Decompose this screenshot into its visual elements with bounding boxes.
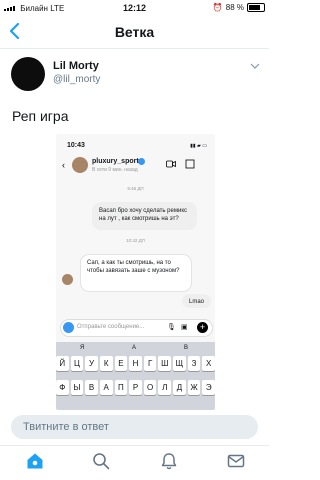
- chat-avatar: [72, 157, 88, 173]
- key: Р: [129, 380, 142, 395]
- tab-bar-divider: [0, 445, 269, 446]
- sender-avatar: [62, 274, 73, 285]
- user-handle[interactable]: @lil_morty: [53, 74, 100, 85]
- chat-username: pluxury_sport: [92, 158, 139, 165]
- chat-timestamp-2: 10:42 ДП: [126, 238, 145, 243]
- suggestion-1: Я: [80, 345, 85, 351]
- key: Г: [143, 356, 157, 371]
- home-icon[interactable]: [26, 452, 44, 470]
- info-icon: [185, 159, 195, 169]
- reply-placeholder: Твитните в ответ: [23, 421, 109, 433]
- page-title: Ветка: [114, 24, 155, 40]
- composer-placeholder: Отправьте сообщение...: [77, 324, 145, 330]
- chevron-down-icon[interactable]: [250, 62, 260, 70]
- key: Х: [202, 356, 215, 371]
- messages-envelope-icon[interactable]: [227, 452, 245, 470]
- suggestion-2: А: [132, 345, 137, 351]
- key: К: [99, 356, 113, 371]
- status-bar: Билайн LTE 12:12 ⏰ 88 %: [0, 0, 269, 16]
- battery-percent: 88 %: [225, 3, 244, 12]
- key: Ы: [70, 380, 84, 395]
- embedded-status-icons: ▮▮ ▰ ▭: [190, 143, 207, 149]
- suggestion-3: В: [184, 345, 189, 351]
- key: Е: [114, 356, 128, 371]
- keyboard-row-1: Й Ц У К Е Н Г Ш Щ З Х: [56, 356, 215, 371]
- key: Ц: [70, 356, 84, 371]
- display-name[interactable]: Lil Morty: [53, 60, 99, 72]
- chat-header: ‹ pluxury_sport В сети 9 мин. назад: [56, 154, 215, 180]
- verified-badge-icon: [138, 158, 145, 165]
- key: В: [85, 380, 98, 395]
- received-message-1: Сап, а как ты смотришь, на то чтобы завя…: [80, 254, 192, 292]
- chat-back-icon: ‹: [62, 160, 65, 170]
- key: П: [114, 380, 128, 395]
- keyboard-row-2: Ф Ы В А П Р О Л Д Ж Э: [56, 380, 215, 395]
- key: Й: [56, 356, 69, 371]
- chat-timestamp-1: 9:46 ДП: [127, 186, 144, 191]
- camera-icon: [63, 322, 74, 333]
- video-call-icon: [166, 160, 176, 168]
- key: О: [143, 380, 157, 395]
- key: Ж: [187, 380, 201, 395]
- alarm-icon: ⏰: [212, 3, 223, 12]
- microphone-icon: 🎙: [167, 324, 176, 331]
- sent-message-1: Васап бро хочу сделать ремикс на лут , к…: [92, 202, 197, 230]
- sent-message-2: Lmao: [182, 294, 211, 308]
- notifications-bell-icon[interactable]: [160, 452, 178, 470]
- key: А: [99, 380, 113, 395]
- gallery-icon: ▣: [181, 324, 188, 331]
- key: Л: [158, 380, 172, 395]
- keyboard: Я А В Й Ц У К Е Н Г Ш Щ З Х Ф Ы В А П Р …: [56, 342, 215, 410]
- key: Н: [129, 356, 142, 371]
- keyboard-suggestions: Я А В: [56, 342, 215, 354]
- key: Д: [173, 380, 186, 395]
- plus-icon: +: [197, 322, 208, 333]
- key: З: [187, 356, 201, 371]
- key: Э: [202, 380, 215, 395]
- tweet-image[interactable]: 10:43 ▮▮ ▰ ▭ ‹ pluxury_sport В сети 9 ми…: [56, 134, 215, 410]
- tweet-text: Реп игра: [12, 108, 69, 124]
- avatar[interactable]: [11, 57, 45, 91]
- key: Ф: [56, 380, 69, 395]
- message-composer: Отправьте сообщение... 🎙 ▣ +: [60, 319, 213, 337]
- search-icon[interactable]: [92, 452, 110, 470]
- key: Ш: [158, 356, 172, 371]
- embedded-status-time: 10:43: [67, 142, 85, 149]
- key: Щ: [173, 356, 186, 371]
- battery-info: ⏰ 88 %: [213, 3, 265, 12]
- chat-subtitle: В сети 9 мин. назад: [92, 167, 138, 173]
- reply-input[interactable]: Твитните в ответ: [11, 415, 258, 439]
- key: У: [85, 356, 98, 371]
- battery-icon: [247, 3, 265, 12]
- nav-bar: Ветка: [0, 16, 269, 49]
